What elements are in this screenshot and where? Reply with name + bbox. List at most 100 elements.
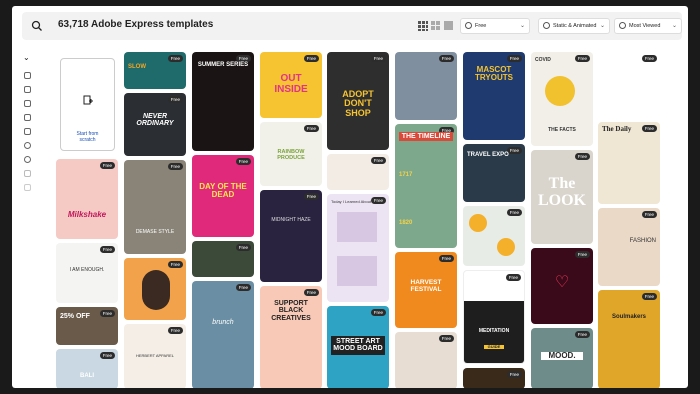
youtube-icon[interactable] (24, 100, 31, 107)
instagram-icon[interactable] (24, 72, 31, 79)
card-title: 25% OFF (60, 313, 90, 320)
card-title: THE TIMELINE (399, 132, 453, 142)
template-card[interactable]: Free THE TIMELINE 1717 1820 (395, 124, 457, 248)
free-badge: Free (641, 55, 657, 62)
template-card[interactable]: Free BALI (56, 349, 118, 388)
medium-grid-view-icon[interactable] (431, 21, 441, 31)
sort-dropdown[interactable]: Most Viewed ⌄ (614, 18, 682, 34)
template-card[interactable]: Free OUT INSIDE (260, 52, 322, 118)
free-badge: Free (574, 251, 590, 258)
template-card[interactable]: Free ADOPT DON'T SHOP (327, 52, 389, 150)
template-card[interactable]: Free DAY OF THE DEAD (192, 155, 254, 237)
template-card[interactable]: Free NEVER ORDINARY (124, 93, 186, 156)
story-icon[interactable] (24, 114, 31, 121)
template-card[interactable]: Free 25% OFF (56, 307, 118, 345)
facebook-icon[interactable] (24, 142, 31, 149)
template-card[interactable]: Free (124, 258, 186, 320)
type-filter-dropdown[interactable]: Static & Animated ⌄ (538, 18, 610, 34)
portrait-image (142, 270, 170, 310)
tiktok-icon[interactable] (24, 86, 31, 93)
image-icon (543, 22, 550, 29)
card-title: SLOW (128, 64, 146, 70)
timeline-year: 1717 (399, 172, 413, 178)
card-title: RAINBOW PRODUCE (277, 149, 305, 161)
template-card[interactable]: Free DEMASE STYLE (124, 160, 186, 254)
free-badge: Free (438, 255, 454, 262)
document-icon[interactable] (24, 170, 31, 177)
free-badge: Free (167, 55, 183, 62)
free-badge: Free (235, 244, 251, 251)
grid-view-icon[interactable] (418, 21, 428, 31)
card-title: TRAVEL EXPO (467, 152, 509, 158)
template-card[interactable]: Free STREET ART MOOD BOARD (327, 306, 389, 388)
free-badge: Free (370, 55, 386, 62)
card-title: Soulmakers (611, 314, 647, 320)
template-card[interactable]: Free SUMMER SERIES (192, 52, 254, 151)
card-subtitle: THE FACTS (548, 127, 576, 133)
free-badge: Free (99, 246, 115, 253)
template-card[interactable]: Free HERBERT APPAREL (124, 324, 186, 388)
add-page-icon (83, 95, 93, 105)
free-badge: Free (506, 209, 522, 216)
card-title: Milkshake (67, 210, 107, 219)
free-badge: Free (641, 211, 657, 218)
card-title: STREET ART MOOD BOARD (331, 336, 385, 355)
app-window: 63,718 Adobe Express templates Free ⌄ St… (12, 6, 688, 388)
card-title: DAY OF THE DEAD (199, 182, 247, 200)
card-title: brunch (212, 319, 234, 326)
template-card[interactable]: Free HARVEST FESTIVAL (395, 252, 457, 328)
template-card[interactable]: Free TRAVEL EXPO (463, 144, 525, 202)
card-title: SUPPORT BLACK CREATIVES (271, 300, 311, 322)
start-label-2: scratch (79, 137, 96, 143)
card-title: OUT INSIDE (274, 73, 308, 95)
template-card[interactable]: Free COVID THE FACTS (531, 52, 593, 146)
collapse-chevron-icon[interactable]: ⌄ (23, 53, 30, 62)
start-from-scratch-button[interactable]: Start from scratch (60, 58, 115, 151)
template-card[interactable]: Free MEDITATION GUIDE (463, 270, 525, 364)
template-card[interactable]: Free (327, 154, 389, 190)
card-title: NEVER ORDINARY (136, 113, 174, 128)
template-card[interactable]: Free SLOW (124, 52, 186, 89)
card-title: I AM ENOUGH. (69, 267, 105, 273)
results-count-title: 63,718 Adobe Express templates (58, 19, 214, 30)
template-card[interactable]: Free Soulmakers (598, 290, 660, 388)
template-card[interactable]: Free brunch (192, 281, 254, 388)
template-card[interactable]: Free Today I Learned About (327, 194, 389, 302)
free-badge: Free (235, 55, 251, 62)
template-card[interactable]: Free SUPPORT BLACK CREATIVES (260, 286, 322, 388)
card-title: ADOPT DON'T SHOP (342, 89, 374, 118)
template-card[interactable]: Free I AM ENOUGH. (56, 243, 118, 303)
card-title: MIDNIGHT HAZE (271, 217, 311, 223)
template-card[interactable]: Free MOOD. (531, 328, 593, 388)
template-card[interactable]: Free FASHION (598, 208, 660, 286)
card-title: The Daily (602, 125, 632, 133)
large-view-icon[interactable] (444, 21, 454, 31)
template-card[interactable]: Free (598, 52, 660, 118)
template-card[interactable]: Free The LOOK (531, 150, 593, 244)
template-card[interactable]: Free (463, 368, 525, 388)
template-card[interactable]: Free (395, 52, 457, 120)
search-icon[interactable] (30, 19, 44, 33)
template-card[interactable]: Free (463, 206, 525, 266)
flyer-icon[interactable] (24, 128, 31, 135)
template-card[interactable]: Free RAINBOW PRODUCE (260, 122, 322, 186)
template-card[interactable]: Free (192, 241, 254, 277)
template-card[interactable]: Free The Daily (598, 122, 660, 204)
free-badge: Free (303, 125, 319, 132)
template-card[interactable]: Free MIDNIGHT HAZE (260, 190, 322, 282)
free-badge: Free (370, 309, 386, 316)
card-title: The LOOK (537, 175, 586, 209)
price-filter-dropdown[interactable]: Free ⌄ (460, 18, 530, 34)
free-badge: Free (505, 274, 521, 281)
more-icon[interactable] (24, 184, 31, 191)
template-card[interactable]: Free Milkshake (56, 159, 118, 239)
pinterest-icon[interactable] (24, 156, 31, 163)
template-card[interactable]: Free MASCOT TRYOUTS (463, 52, 525, 140)
template-card[interactable]: Free (395, 332, 457, 388)
card-title: MOOD. (541, 351, 583, 361)
card-title: MASCOT TRYOUTS (475, 65, 513, 83)
free-badge: Free (235, 284, 251, 291)
chevron-down-icon: ⌄ (671, 23, 677, 29)
price-filter-label: Free (475, 23, 487, 29)
template-card[interactable]: Free ♡ (531, 248, 593, 324)
